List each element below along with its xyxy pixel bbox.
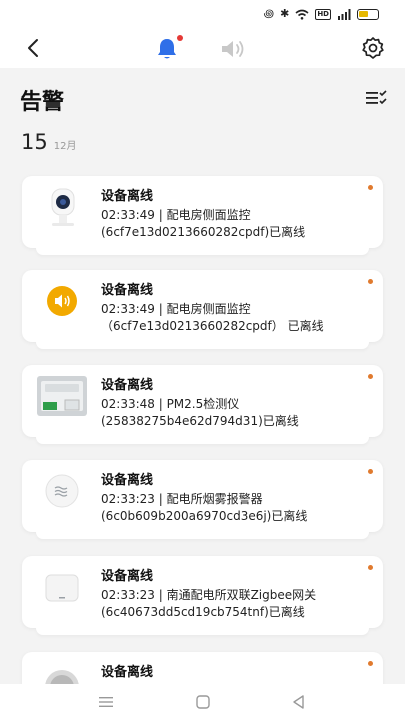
alert-device-id: (6cf7e13d0213660282cpdf)已离线 [101,225,306,239]
back-nav-icon[interactable] [289,692,309,712]
alert-card[interactable]: 设备离线 02:33:48 | PM2.5检测仪 (25838275b4e62d… [22,365,383,444]
smoke-detector-icon [32,466,92,516]
alert-title: 设备离线 [101,378,154,393]
system-nav-bar [0,684,405,720]
speaker-icon[interactable] [219,38,247,60]
menu-icon[interactable] [96,692,116,712]
alert-detail: 02:33:23 | 配电所烟雾报警器 [101,492,263,506]
alert-card[interactable]: 设备离线 02:33:23 | 南通配电所双联Zigbee网关 (6c40673… [22,556,383,635]
status-bar: ꩜ ✱ HD [0,0,405,30]
page-title: 告警 [20,90,65,115]
alert-title: 设备离线 [101,569,154,584]
alert-device-id: (25838275b4e62d794d31)已离线 [101,414,299,428]
alert-title: 设备离线 [101,189,154,204]
alert-device-id: （6cf7e13d0213660282cpdf） 已离线 [101,319,324,333]
unread-dot [368,661,373,666]
alert-detail: 02:33:23 | 南通配电所双联Zigbee网关 [101,588,317,602]
wifi-icon [295,9,309,20]
alert-card[interactable]: 设备离线 02:33:49 | 配电房侧面监控 (6cf7e13d0213660… [22,176,383,255]
gateway-icon [32,562,92,612]
unread-dot [368,469,373,474]
hd-icon: HD [315,8,331,20]
alert-title: 设备离线 [101,283,154,298]
unread-dot [368,185,373,190]
alert-detail: 02:33:48 | PM2.5检测仪 [101,397,240,411]
filter-list-icon[interactable] [365,88,387,108]
settings-icon[interactable] [361,36,385,60]
alert-card[interactable]: 设备离线 02:33:49 | 配电房侧面监控 （6cf7e13d0213660… [22,270,383,349]
alert-title: 设备离线 [101,473,154,488]
alert-title: 设备离线 [101,665,154,680]
date-day: 15 [21,130,48,154]
back-icon[interactable] [22,36,46,60]
speaker-alarm-icon [32,276,92,326]
bluetooth-icon: ✱ [280,7,290,20]
alert-card[interactable]: 设备离线 02:33:23 | 配电所烟雾报警器 (6c0b609b200a69… [22,460,383,539]
date-header: 15 12月 [21,130,76,154]
alert-device-id: (6c0b609b200a6970cd3e6j)已离线 [101,509,308,523]
alert-device-id: (6c40673dd5cd19cb754tnf)已离线 [101,605,305,619]
date-month: 12月 [53,141,77,152]
camera-icon [32,182,92,232]
pm25-sensor-icon [32,371,92,421]
alert-detail: 02:33:49 | 配电房侧面监控 [101,208,251,222]
alert-detail: 02:33:49 | 配电房侧面监控 [101,302,251,316]
top-bar [0,30,405,68]
status-icons: ꩜ ✱ HD [264,7,379,21]
notification-badge [177,35,183,41]
bell-icon[interactable] [154,36,180,62]
signal-icon [338,8,351,20]
home-icon[interactable] [193,692,213,712]
unread-dot [368,374,373,379]
battery-icon [357,8,379,20]
nfc-icon: ꩜ [263,7,275,20]
unread-dot [368,565,373,570]
unread-dot [368,279,373,284]
